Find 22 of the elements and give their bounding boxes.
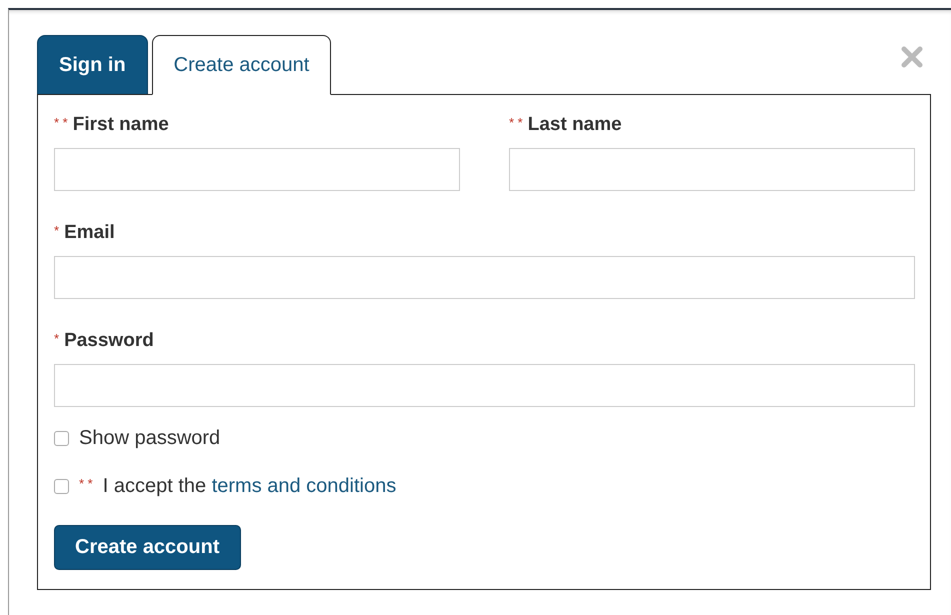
checkbox[interactable]	[54, 478, 69, 494]
required-marker: *	[54, 331, 60, 346]
required-marker: * *	[509, 115, 523, 130]
required-marker: * *	[79, 476, 93, 490]
field-label: Password	[64, 330, 154, 352]
required-marker: * *	[54, 115, 68, 130]
input-field[interactable]	[54, 148, 460, 191]
close-icon[interactable]	[901, 46, 923, 68]
required-marker: *	[54, 223, 60, 238]
field-label: Email	[64, 222, 115, 244]
field-label: First name	[72, 114, 169, 136]
tab[interactable]: Create account	[152, 35, 332, 95]
tab[interactable]: Sign in	[37, 35, 148, 94]
checkbox[interactable]	[54, 430, 69, 446]
terms-link[interactable]: terms and conditions	[212, 474, 396, 496]
checkbox-label: I accept the terms and conditions	[102, 474, 396, 498]
input-field[interactable]	[509, 148, 915, 191]
input-field[interactable]	[54, 256, 915, 299]
create-account-button[interactable]: Create account	[54, 525, 240, 570]
field-label: Last name	[528, 114, 622, 136]
input-field[interactable]	[54, 364, 915, 407]
checkbox-label: Show password	[79, 426, 220, 450]
